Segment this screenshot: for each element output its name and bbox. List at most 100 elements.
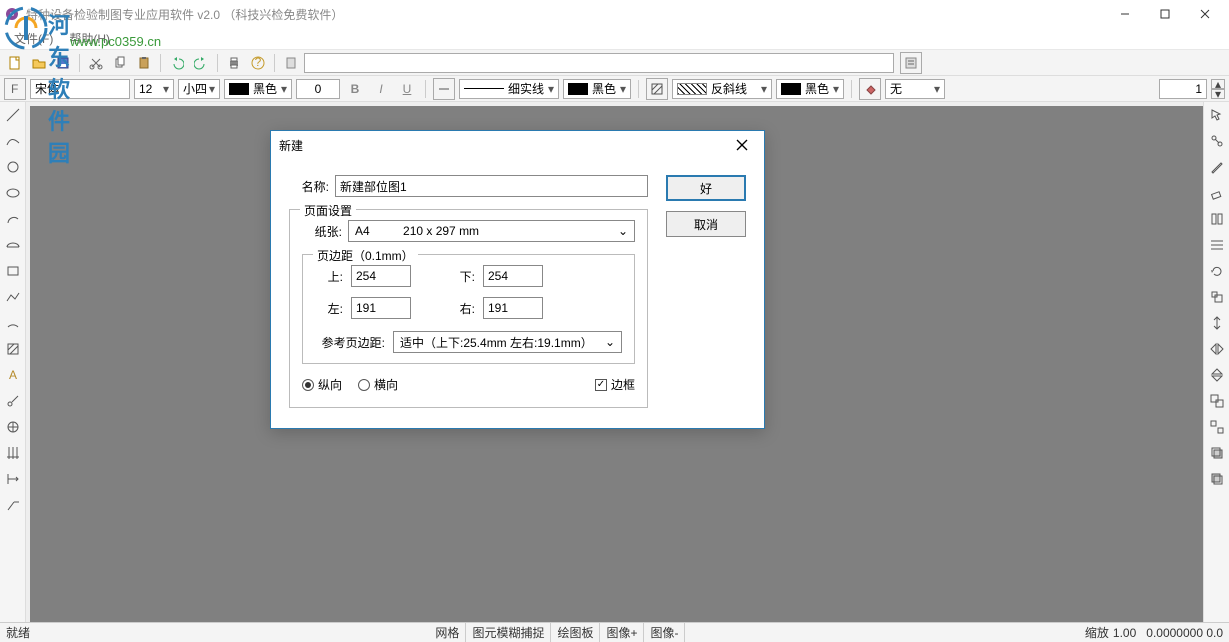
bold-icon[interactable]: B <box>344 78 366 100</box>
bring-front-tool-icon[interactable] <box>1206 442 1228 464</box>
page-icon[interactable] <box>280 52 302 74</box>
group-tool-icon[interactable] <box>1206 390 1228 412</box>
ellipse-tool-icon[interactable] <box>2 182 24 204</box>
hatch-fill-tool-icon[interactable] <box>2 338 24 360</box>
font-size-cn-combo[interactable]: 小四▾ <box>178 79 220 99</box>
help-icon[interactable]: ? <box>247 52 269 74</box>
maximize-button[interactable] <box>1145 0 1185 28</box>
toolbar-separator <box>79 54 80 72</box>
hatch-style-combo[interactable]: 反斜线▾ <box>672 79 772 99</box>
toolbar-separator <box>274 54 275 72</box>
dialog-titlebar[interactable]: 新建 <box>271 131 764 159</box>
status-image-minus[interactable]: 图像- <box>644 623 685 642</box>
flip-v-tool-icon[interactable] <box>1206 364 1228 386</box>
status-drawing-board-toggle[interactable]: 绘图板 <box>551 623 600 642</box>
save-file-icon[interactable] <box>52 52 74 74</box>
menu-file[interactable]: 文件(F) <box>6 28 61 49</box>
send-back-tool-icon[interactable] <box>1206 468 1228 490</box>
name-input[interactable] <box>335 175 648 197</box>
properties-icon[interactable] <box>900 52 922 74</box>
hatch-sample <box>677 83 707 95</box>
rotation-input[interactable]: 0 <box>296 79 340 99</box>
marker-tool-icon[interactable] <box>2 390 24 412</box>
fill-combo[interactable]: 无▾ <box>885 79 945 99</box>
status-fuzzy-snap-toggle[interactable]: 图元模糊捕捉 <box>466 623 551 642</box>
border-checkbox[interactable]: 边框 <box>595 376 635 393</box>
font-name-combo[interactable]: 宋体 <box>30 79 130 99</box>
dimension-tool-icon[interactable] <box>2 468 24 490</box>
dialog-close-button[interactable] <box>728 131 756 159</box>
chevron-down-icon: ▾ <box>163 82 169 96</box>
drawing-canvas[interactable]: 新建 名称: 页面设置 纸张: A4 <box>26 102 1203 622</box>
menu-help[interactable]: 帮助(H) <box>61 28 118 49</box>
v-center-tool-icon[interactable] <box>1206 312 1228 334</box>
fill-tool-icon[interactable] <box>859 78 881 100</box>
arc2-tool-icon[interactable] <box>2 312 24 334</box>
semi-ellipse-tool-icon[interactable] <box>2 234 24 256</box>
grid-tool-icon[interactable] <box>2 442 24 464</box>
open-file-icon[interactable] <box>28 52 50 74</box>
font-size-combo[interactable]: 12▾ <box>134 79 174 99</box>
curve-tool-icon[interactable] <box>2 130 24 152</box>
callout-tool-icon[interactable] <box>2 494 24 516</box>
italic-icon[interactable]: I <box>370 78 392 100</box>
arc-tool-icon[interactable] <box>2 208 24 230</box>
line-sample <box>464 88 504 89</box>
ok-button[interactable]: 好 <box>666 175 746 201</box>
line-tool-icon[interactable] <box>2 104 24 126</box>
select-tool-icon[interactable] <box>1206 104 1228 126</box>
margin-bottom-label: 下: <box>447 268 475 285</box>
cancel-button[interactable]: 取消 <box>666 211 746 237</box>
radio-checked-icon <box>302 379 314 391</box>
line-tool-icon[interactable] <box>433 78 455 100</box>
orientation-landscape-radio[interactable]: 横向 <box>358 376 398 393</box>
circle-tool-icon[interactable] <box>2 156 24 178</box>
ref-margin-select[interactable]: 适中（上下:25.4mm 左右:19.1mm） ⌄ <box>393 331 622 353</box>
text-tool-icon[interactable]: A <box>2 364 24 386</box>
paste-icon[interactable] <box>133 52 155 74</box>
margin-right-input[interactable] <box>483 297 543 319</box>
minimize-button[interactable] <box>1105 0 1145 28</box>
rotate-tool-icon[interactable] <box>1206 260 1228 282</box>
margin-left-input[interactable] <box>351 297 411 319</box>
line-color-combo[interactable]: 黑色▾ <box>563 79 631 99</box>
redo-icon[interactable] <box>190 52 212 74</box>
scale-tool-icon[interactable] <box>1206 286 1228 308</box>
margin-bottom-input[interactable] <box>483 265 543 287</box>
chevron-down-icon: ▾ <box>281 82 287 96</box>
new-file-icon[interactable] <box>4 52 26 74</box>
paper-size-select[interactable]: A4 210 x 297 mm ⌄ <box>348 220 635 242</box>
underline-icon[interactable]: U <box>396 78 418 100</box>
cut-icon[interactable] <box>85 52 107 74</box>
orientation-portrait-radio[interactable]: 纵向 <box>302 376 342 393</box>
font-tool-icon[interactable]: F <box>4 78 26 100</box>
chevron-down-icon: ▾ <box>934 82 940 96</box>
hatch-color-combo[interactable]: 黑色▾ <box>776 79 844 99</box>
margin-top-input[interactable] <box>351 265 411 287</box>
address-box[interactable] <box>304 53 894 73</box>
distribute-tool-icon[interactable] <box>1206 234 1228 256</box>
hatch-tool-icon[interactable] <box>646 78 668 100</box>
close-button[interactable] <box>1185 0 1225 28</box>
copy-icon[interactable] <box>109 52 131 74</box>
undo-icon[interactable] <box>166 52 188 74</box>
status-grid-toggle[interactable]: 网格 <box>429 623 466 642</box>
page-number-input[interactable]: 1 <box>1159 79 1207 99</box>
margin-right-label: 右: <box>447 300 475 317</box>
status-image-plus[interactable]: 图像+ <box>600 623 644 642</box>
flip-h-tool-icon[interactable] <box>1206 338 1228 360</box>
link-tool-icon[interactable] <box>1206 130 1228 152</box>
eraser-tool-icon[interactable] <box>1206 182 1228 204</box>
rectangle-tool-icon[interactable] <box>2 260 24 282</box>
line-style-combo[interactable]: 细实线▾ <box>459 79 559 99</box>
page-down-icon[interactable]: ▾ <box>1211 89 1225 99</box>
print-icon[interactable] <box>223 52 245 74</box>
status-zoom-label: 缩放 <box>1085 624 1109 641</box>
brush-tool-icon[interactable] <box>1206 156 1228 178</box>
font-color-combo[interactable]: 黑色▾ <box>224 79 292 99</box>
align-tool-icon[interactable] <box>1206 208 1228 230</box>
polyline-tool-icon[interactable] <box>2 286 24 308</box>
ungroup-tool-icon[interactable] <box>1206 416 1228 438</box>
compass-tool-icon[interactable] <box>2 416 24 438</box>
window-title: 特种设备检验制图专业应用软件 v2.0 （科技兴检免费软件） <box>26 6 1105 23</box>
